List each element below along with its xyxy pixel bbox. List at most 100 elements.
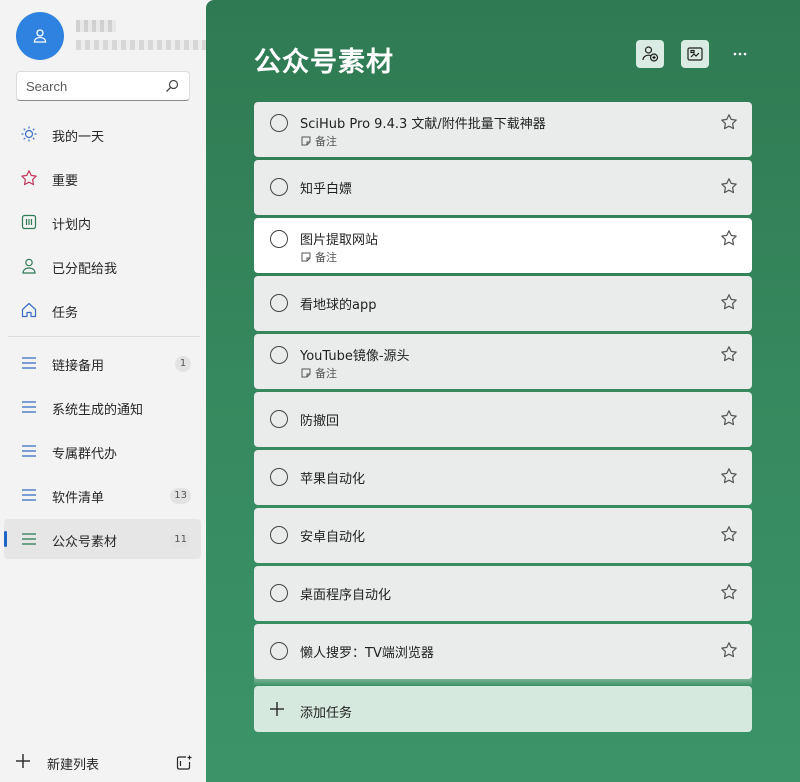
complete-task-checkbox[interactable] (270, 468, 288, 486)
sidebar-item-label: 重要 (52, 174, 79, 189)
sidebar-list-group-todo[interactable]: 专属群代办 (4, 431, 201, 471)
list-count-badge: 11 (170, 532, 191, 548)
task-title: 桌面程序自动化 (300, 588, 392, 603)
more-dots-icon (733, 52, 747, 56)
account-email-redacted (76, 40, 206, 50)
note-icon (301, 136, 311, 146)
complete-task-checkbox[interactable] (270, 346, 288, 364)
main-panel: 公众号素材 SciHub Pro 9.4.3 文献/附件批量下载神器 备注 知乎白嫖… (206, 0, 800, 782)
task-item[interactable]: 知乎白嫖 (254, 160, 752, 215)
complete-task-checkbox[interactable] (270, 230, 288, 248)
complete-task-checkbox[interactable] (270, 410, 288, 428)
list-icon (20, 354, 38, 372)
sidebar-list-software[interactable]: 软件清单 13 (4, 475, 201, 515)
sidebar-item-label: 计划内 (52, 218, 92, 233)
task-title: SciHub Pro 9.4.3 文献/附件批量下载神器 (300, 117, 546, 132)
sidebar-item-label: 软件清单 (52, 491, 105, 506)
account-profile[interactable] (16, 12, 206, 62)
complete-task-checkbox[interactable] (270, 178, 288, 196)
note-label: 备注 (315, 135, 337, 148)
task-item[interactable]: 图片提取网站备注 (254, 218, 752, 273)
list-count-badge: 1 (175, 356, 191, 372)
task-item[interactable]: YouTube镜像-源头备注 (254, 334, 752, 389)
star-icon[interactable] (720, 525, 738, 547)
sidebar-item-label: 链接备用 (52, 359, 105, 374)
list-icon (20, 530, 38, 548)
search-icon[interactable] (165, 79, 179, 97)
sidebar-item-label: 我的一天 (52, 130, 105, 145)
star-icon[interactable] (720, 293, 738, 315)
sidebar-list-system-notifications[interactable]: 系统生成的通知 (4, 387, 201, 427)
page-title: 公众号素材 (254, 47, 394, 78)
complete-task-checkbox[interactable] (270, 114, 288, 132)
complete-task-checkbox[interactable] (270, 294, 288, 312)
note-label: 备注 (315, 251, 337, 264)
account-name-redacted (76, 20, 116, 32)
avatar[interactable] (16, 12, 64, 60)
note-icon (301, 368, 311, 378)
sidebar-item-assigned[interactable]: 已分配给我 (4, 246, 201, 286)
note-label: 备注 (315, 367, 337, 380)
complete-task-checkbox[interactable] (270, 642, 288, 660)
sidebar-item-important[interactable]: 重要 (4, 158, 201, 198)
person-icon (33, 29, 47, 43)
task-title: 安卓自动化 (300, 530, 366, 545)
complete-task-checkbox[interactable] (270, 584, 288, 602)
person-icon (20, 257, 38, 275)
sidebar-list-links[interactable]: 链接备用 1 (4, 343, 201, 383)
task-item[interactable]: 桌面程序自动化 (254, 566, 752, 621)
sidebar-list-wechat-material[interactable]: 公众号素材 11 (4, 519, 201, 559)
sidebar-item-my-day[interactable]: 我的一天 (4, 114, 201, 154)
more-options-button[interactable] (726, 40, 754, 68)
task-item[interactable]: 懒人搜罗：TV端浏览器 (254, 624, 752, 679)
star-icon[interactable] (720, 409, 738, 431)
share-list-button[interactable] (636, 40, 664, 68)
star-icon[interactable] (720, 113, 738, 135)
task-title: 图片提取网站 (300, 233, 379, 248)
task-title: 懒人搜罗：TV端浏览器 (300, 646, 434, 661)
complete-task-checkbox[interactable] (270, 526, 288, 544)
home-icon (20, 301, 38, 319)
star-icon[interactable] (720, 177, 738, 199)
task-item[interactable]: 安卓自动化 (254, 508, 752, 563)
task-title: 苹果自动化 (300, 472, 366, 487)
star-icon[interactable] (720, 641, 738, 663)
add-task-input[interactable]: 添加任务 (254, 686, 752, 732)
star-icon[interactable] (720, 345, 738, 367)
search-box[interactable] (16, 71, 190, 101)
sidebar-item-tasks[interactable]: 任务 (4, 290, 201, 330)
add-person-icon (642, 46, 659, 62)
task-item[interactable]: 苹果自动化 (254, 450, 752, 505)
sidebar-item-label: 专属群代办 (52, 447, 118, 462)
sidebar-item-label: 已分配给我 (52, 262, 118, 277)
task-title: 防撤回 (300, 414, 340, 429)
add-task-label: 添加任务 (300, 706, 353, 721)
task-title: 看地球的app (300, 298, 377, 313)
new-list-label: 新建列表 (47, 758, 100, 773)
task-note-indicator: 备注 (300, 365, 337, 381)
list-scroll-fade (254, 676, 752, 686)
search-input[interactable] (26, 78, 166, 95)
background-theme-button[interactable] (681, 40, 709, 68)
star-icon[interactable] (720, 583, 738, 605)
sidebar-divider (8, 336, 200, 337)
list-count-badge: 13 (170, 488, 191, 504)
star-icon (20, 169, 38, 187)
task-note-indicator: 备注 (300, 133, 337, 149)
star-icon[interactable] (720, 467, 738, 489)
task-title: 知乎白嫖 (300, 182, 353, 197)
new-list-button[interactable]: 新建列表 (12, 748, 202, 776)
task-item[interactable]: 看地球的app (254, 276, 752, 331)
list-icon (20, 398, 38, 416)
task-item[interactable]: 防撤回 (254, 392, 752, 447)
new-group-icon[interactable] (175, 754, 193, 776)
task-title: YouTube镜像-源头 (300, 349, 410, 364)
sun-icon (20, 125, 38, 143)
task-item[interactable]: SciHub Pro 9.4.3 文献/附件批量下载神器备注 (254, 102, 752, 157)
list-icon (20, 486, 38, 504)
sidebar-item-planned[interactable]: 计划内 (4, 202, 201, 242)
note-icon (301, 252, 311, 262)
calendar-icon (20, 213, 38, 231)
star-icon[interactable] (720, 229, 738, 251)
task-note-indicator: 备注 (300, 249, 337, 265)
